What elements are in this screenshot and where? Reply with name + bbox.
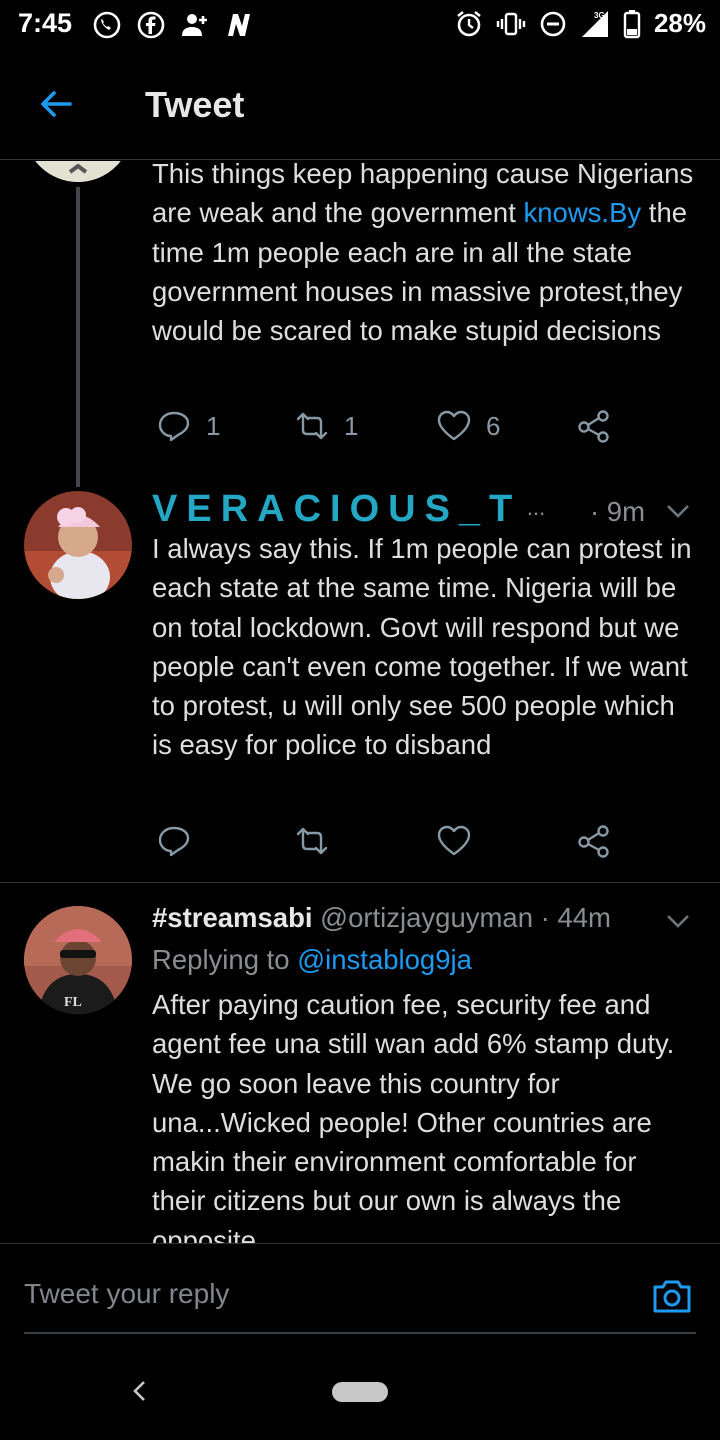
alarm-icon [457,10,481,36]
tweet-text: This things keep happening cause Nigeria… [152,161,697,350]
tweet-actions [152,823,622,863]
heart-icon [437,825,471,856]
reply-icon [158,826,190,857]
display-name[interactable]: VERACIOUS_T [152,488,521,530]
battery-percent: 28% [653,8,706,38]
chevron-down-icon[interactable] [664,497,692,525]
reply-button[interactable]: 1 [156,408,220,444]
svg-text:FL: FL [64,995,82,1010]
tweet-text: I always say this. If 1m people can prot… [152,533,692,761]
like-button[interactable]: 6 [436,408,500,444]
reply-input[interactable]: Tweet your reply [24,1278,229,1310]
thread-connector [76,187,80,487]
tweet-time: · 9m [590,496,645,527]
retweet-button[interactable] [294,823,330,859]
avatar-image [35,161,121,182]
tweet-text: After paying caution fee, security fee a… [152,989,675,1243]
reply-bar: Tweet your reply [0,1243,720,1353]
avatar[interactable] [24,161,132,182]
tweet-time: · 44m [540,902,611,933]
status-bar: 7:45 3G 28% [0,0,720,50]
share-icon [578,410,609,443]
vibrate-icon [496,12,526,35]
home-pill[interactable] [332,1382,388,1402]
replying-label: Replying to [152,944,290,975]
like-button[interactable] [436,823,472,859]
status-left-icons [92,10,254,40]
system-nav-bar [0,1353,720,1440]
share-icon [578,825,609,858]
reply-button[interactable] [156,823,192,859]
retweet-icon [296,827,328,855]
camera-icon[interactable] [650,1274,694,1318]
handle[interactable]: @ortizjayguyman [320,902,533,933]
dnd-icon [540,11,566,36]
app-header: Tweet [0,50,720,160]
battery-icon [623,9,641,38]
whatsapp-icon [93,11,121,39]
status-right-icons: 3G 28% [454,8,706,39]
chevron-down-icon[interactable] [664,907,692,935]
tweet-actions: 1 1 6 [152,408,622,448]
signal-3g-icon: 3G [581,10,608,37]
name-ellipsis: ... [526,495,546,520]
back-arrow-icon[interactable] [34,82,78,126]
tweet-thread[interactable]: This things keep happening cause Nigeria… [0,161,720,1243]
n-app-icon [228,14,250,36]
avatar-image [24,491,132,599]
avatar[interactable]: FL [24,906,132,1014]
add-contact-icon [182,14,207,36]
replying-handle[interactable]: @instablog9ja [297,944,472,975]
reply-icon [158,411,190,442]
reply-input-underline [24,1332,696,1334]
retweet-count: 1 [344,410,359,441]
tweet-divider [0,882,720,883]
heart-icon [437,410,471,441]
share-button[interactable] [576,823,612,859]
status-time: 7:45 [18,8,73,38]
avatar-image: FL [24,906,132,1014]
tweet-meta: VERACIOUS_T ... · 9m [152,488,652,531]
page-title: Tweet [145,84,245,125]
reply-count: 1 [206,410,221,441]
facebook-icon [137,11,165,39]
display-name[interactable]: #streamsabi [152,902,313,933]
like-count: 6 [486,410,501,441]
svg-text:3G: 3G [594,11,605,20]
tweet-meta: #streamsabi @ortizjayguyman · 44m [152,902,611,934]
share-button[interactable] [576,408,612,444]
retweet-icon [296,412,328,440]
avatar[interactable] [24,491,132,599]
replying-to: Replying to @instablog9ja [152,944,472,976]
retweet-button[interactable]: 1 [294,408,358,444]
tweet-link[interactable]: knows.By [523,197,641,228]
nav-back-icon[interactable] [126,1377,154,1405]
